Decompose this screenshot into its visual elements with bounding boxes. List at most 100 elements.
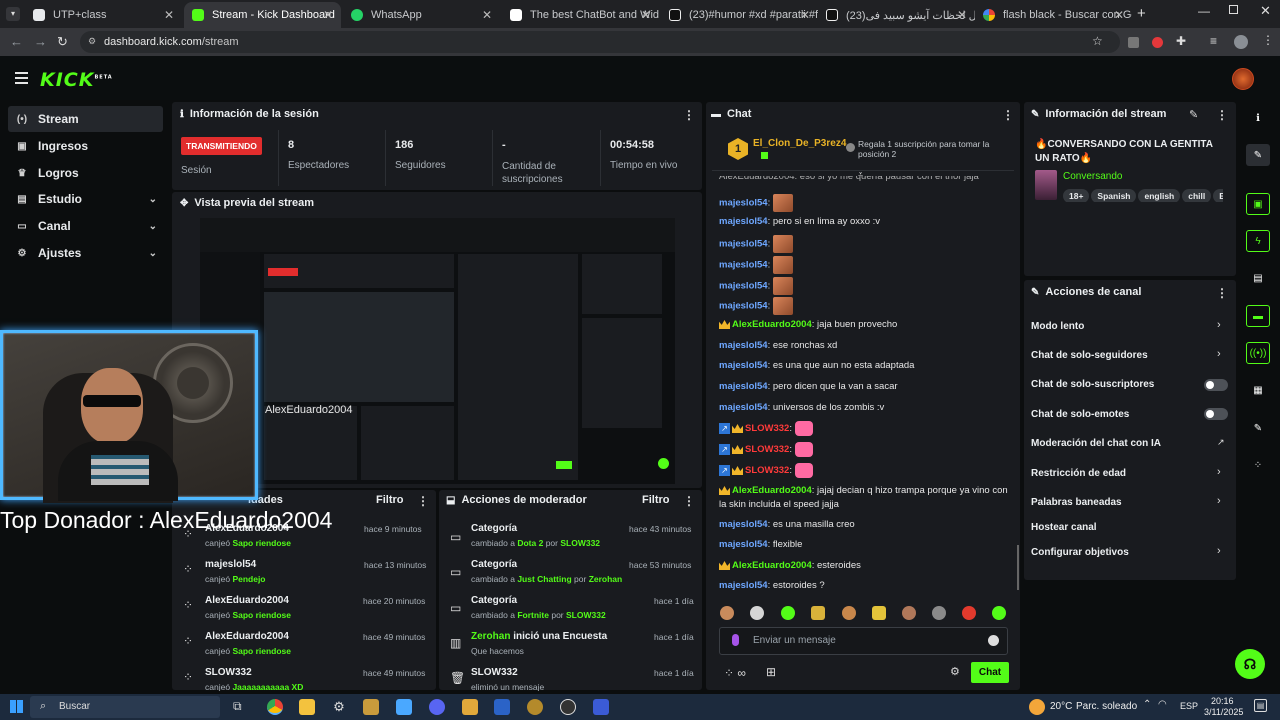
close-icon[interactable]: ✕ [164,8,174,22]
session-menu-icon[interactable]: ⋮ [683,108,695,122]
browser-tab[interactable]: WhatsApp ✕ [343,2,500,28]
chevron-right-icon[interactable]: › [1217,466,1221,478]
activity-filter-button[interactable]: Filtro [376,494,404,506]
browser-tab[interactable]: (23)أفضل لحظات آيشو سبيد فى✕ [818,2,975,28]
chat-scrollbar[interactable] [1017,545,1019,590]
back-icon[interactable]: ← [10,34,23,49]
emote-icon[interactable] [811,606,825,620]
reload-icon[interactable]: ↻ [57,34,68,50]
site-info-icon[interactable]: ⚙ [88,36,96,47]
close-icon[interactable]: ✕ [800,8,810,22]
edit-icon[interactable]: ✎ [1189,108,1198,121]
new-tab-button[interactable]: + [1137,5,1146,22]
close-icon[interactable]: ✕ [957,8,967,22]
emote-icon[interactable] [750,606,764,620]
restore-button[interactable] [1229,5,1238,14]
lightning-icon[interactable]: ϟ [1246,230,1270,252]
action-set-goals[interactable]: Configurar objetivos [1031,547,1129,558]
taskbar-search[interactable]: ⌕ Buscar [30,696,220,718]
browser-tab[interactable]: (23)#humor #xd #paratii #fyp #✕ [661,2,818,28]
chat-send-button[interactable]: Chat [971,662,1009,683]
task-view-icon[interactable]: ⧉ [233,699,242,714]
emote-icon[interactable] [872,606,886,620]
notes-icon[interactable]: ▤ [1246,267,1270,289]
mod-menu-icon[interactable]: ⋮ [683,494,695,508]
action-host-channel[interactable]: Hostear canal [1031,522,1097,533]
emoji-icon[interactable] [988,635,999,646]
support-fab-button[interactable]: ☊ [1235,649,1265,679]
store-icon[interactable] [396,699,412,715]
sidebar-item-ajustes[interactable]: ⚙ Ajustes ⌄ [8,240,163,266]
windows-start-icon[interactable] [10,700,23,713]
sidebar-item-ingresos[interactable]: ▣ Ingresos [8,133,163,159]
mod-filter-button[interactable]: Filtro [642,494,670,506]
url-field[interactable]: ⚙ dashboard.kick.com/stream ☆ [80,31,1120,53]
emotes-only-toggle[interactable] [1204,408,1228,420]
clock-time[interactable]: 20:16 [1211,696,1234,706]
activity-item-name[interactable]: SLOW332 [205,667,252,678]
clock-date[interactable]: 3/11/2025 [1204,707,1243,717]
loyalty-points-icon[interactable]: ⁘ ∞ [724,666,746,680]
media-icon[interactable] [363,699,379,715]
activity-menu-icon[interactable]: ⋮ [417,494,429,508]
chevron-right-icon[interactable]: › [1217,319,1221,331]
microphone-icon[interactable] [732,634,739,646]
forward-icon[interactable]: → [34,34,47,49]
chrome-icon[interactable] [267,699,283,715]
broadcast-icon[interactable]: ((•)) [1246,342,1270,364]
minimize-button[interactable]: — [1198,4,1210,18]
extension-icon[interactable] [1128,37,1139,48]
activity-item-name[interactable]: majeslol54 [205,559,256,570]
browser-tab[interactable]: The best ChatBot and Widgets✕ [502,2,659,28]
action-followers-only[interactable]: Chat de solo-seguidores [1031,350,1148,361]
extension-red-icon[interactable] [1152,37,1163,48]
bookmark-star-icon[interactable]: ☆ [1092,34,1103,48]
channel-actions-menu-icon[interactable]: ⋮ [1216,286,1228,300]
chevron-right-icon[interactable]: › [1217,495,1221,507]
browser-tab[interactable]: flash black - Buscar con Google✕ [975,2,1132,28]
stream-preview-video[interactable] [200,218,675,484]
subs-only-toggle[interactable] [1204,379,1228,391]
language-indicator[interactable]: ESP [1180,701,1198,711]
activity-item-name[interactable]: AlexEduardo2004 [205,631,289,642]
chevron-right-icon[interactable]: › [1217,348,1221,360]
discord-icon[interactable] [429,699,445,715]
close-icon[interactable]: ✕ [641,8,651,22]
emote-icon[interactable] [720,606,734,620]
action-age-restriction[interactable]: Restricción de edad [1031,468,1126,479]
edit-stream-icon[interactable]: ✎ [1246,144,1270,166]
close-icon[interactable]: ✕ [323,8,333,22]
top-gifter-name[interactable]: El_Clon_De_P3rez4 [753,138,846,149]
tray-chevron-icon[interactable]: ⌃ [1143,699,1151,710]
gift-box-icon[interactable]: ⊞ [766,665,776,679]
chevron-right-icon[interactable]: › [1217,545,1221,557]
profile-avatar-icon[interactable] [1234,35,1248,49]
weather-icon[interactable] [1029,699,1045,715]
clip-icon[interactable]: ▣ [1246,193,1270,215]
gift-cta-text[interactable]: Regala 1 suscripción para tomar la posic… [858,139,998,159]
settings-icon[interactable]: ⚙ [331,699,347,715]
browser-tab[interactable]: UTP+class ✕ [25,2,182,28]
emote-icon[interactable] [992,606,1006,620]
action-banned-words[interactable]: Palabras baneadas [1031,497,1122,508]
browser-menu-icon[interactable]: ⋮ [1262,33,1274,47]
emote-icon[interactable] [842,606,856,620]
close-icon[interactable]: ✕ [482,8,492,22]
close-window-button[interactable]: ✕ [1260,3,1271,19]
action-ai-moderation[interactable]: Moderación del chat con IA [1031,438,1161,449]
info-icon[interactable]: ℹ [1246,107,1270,129]
activity-item-name[interactable]: AlexEduardo2004 [205,595,289,606]
emote-icon[interactable] [962,606,976,620]
sidebar-item-logros[interactable]: ♛ Logros [8,160,163,186]
tab-search-icon[interactable]: ▾ [6,7,20,21]
obs-icon[interactable] [560,699,576,715]
wifi-icon[interactable]: ◠ [1158,699,1167,710]
chat-icon[interactable]: ▬ [1246,305,1270,327]
word-icon[interactable] [494,699,510,715]
tools-icon[interactable]: ✎ [1246,417,1270,439]
emote-icon[interactable] [932,606,946,620]
extensions-puzzle-icon[interactable]: ✚ [1176,34,1186,48]
close-icon[interactable]: ✕ [1114,8,1124,22]
external-link-icon[interactable]: ↗ [1217,437,1225,448]
hamburger-menu-icon[interactable] [15,72,28,87]
